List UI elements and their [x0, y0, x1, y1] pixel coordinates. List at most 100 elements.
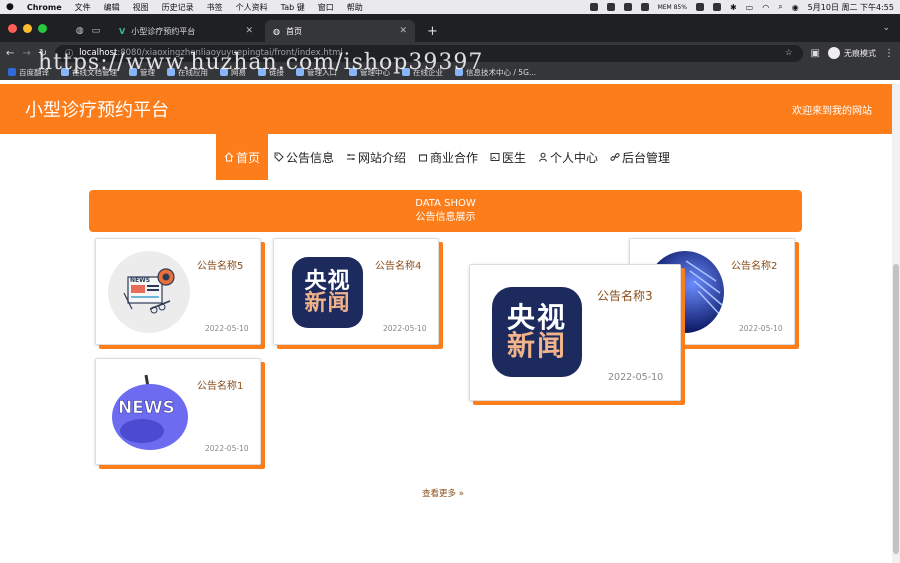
control-center-icon[interactable]: ◉	[792, 3, 799, 12]
bookmark-item[interactable]: 百度翻译	[8, 67, 49, 78]
bookmark-icon	[167, 68, 175, 76]
more-menu-icon[interactable]: ⋮	[884, 48, 894, 59]
browser-tab-strip: ◍ ▭ V 小型诊疗预约平台 ✕ ◍ 首页 ✕ + ⌄	[0, 14, 900, 42]
back-icon[interactable]: ←	[6, 48, 14, 59]
tab-home[interactable]: ◍ 首页 ✕	[265, 20, 415, 42]
zoom-window-button[interactable]	[38, 23, 47, 33]
news-card[interactable]: 央视 新闻 公告名称4 2022-05-10	[273, 238, 439, 345]
bluetooth-icon[interactable]: ✱	[730, 3, 737, 12]
news-card-hovered[interactable]: 央视 新闻 公告名称3 2022-05-10	[469, 264, 681, 401]
news-globe-icon: NEWS	[112, 374, 188, 450]
bookmark-icon	[455, 68, 463, 76]
status-app-icon[interactable]	[623, 3, 632, 11]
bookmark-item[interactable]: 管理	[129, 67, 155, 78]
status-app-icon[interactable]	[695, 3, 704, 11]
cctv-news-thumbnail: 央视 新闻	[492, 287, 582, 377]
news-card[interactable]: NEWS 公告名称1 2022-05-10	[95, 358, 261, 465]
building-icon	[418, 154, 427, 162]
bookmark-item[interactable]: 网易	[220, 67, 246, 78]
address-bar[interactable]: ⓘ localhost:8080/xiaoxingzhenliaoyuyuepi…	[55, 44, 803, 62]
apple-icon[interactable]: ●	[6, 2, 14, 12]
sliders-icon	[346, 154, 355, 160]
forward-icon[interactable]: →	[22, 48, 30, 59]
menu-app-name[interactable]: Chrome	[27, 3, 62, 12]
cctv-logo: 央视 新闻	[304, 268, 351, 316]
close-window-button[interactable]	[8, 23, 17, 33]
menu-file[interactable]: 文件	[75, 2, 91, 13]
nav-item-home[interactable]: 首页	[215, 134, 268, 180]
menu-help[interactable]: 帮助	[347, 2, 363, 13]
news-thumbnail: NEWS	[108, 251, 190, 333]
nav-item-announcements[interactable]: 公告信息	[268, 134, 340, 180]
search-icon[interactable]: ⌕	[778, 2, 782, 12]
page-scrollbar[interactable]	[892, 84, 900, 563]
home-icon	[224, 152, 234, 162]
bookmark-item[interactable]: 在线企业	[402, 67, 443, 78]
card-title[interactable]: 公告名称1	[197, 377, 243, 392]
mem-indicator[interactable]: MEM 85%	[658, 4, 687, 11]
bookmark-star-icon[interactable]: ☆	[785, 48, 793, 58]
info-icon[interactable]: ⓘ	[65, 48, 73, 59]
bookmark-item[interactable]: 信息技术中心 / 5G...	[455, 67, 536, 78]
bookmark-item[interactable]: 管理入口	[296, 67, 337, 78]
status-app-icon[interactable]	[712, 3, 721, 11]
tab-platform[interactable]: V 小型诊疗预约平台 ✕	[111, 20, 261, 42]
menu-history[interactable]: 历史记录	[162, 2, 194, 13]
status-app-icon[interactable]	[640, 3, 649, 11]
nav-item-user-center[interactable]: 个人中心	[532, 134, 604, 180]
window-icon[interactable]: ▭	[92, 26, 101, 36]
site-header: 小型诊疗预约平台 欢迎来到我的网站	[0, 84, 900, 134]
card-date: 2022-05-10	[739, 324, 783, 333]
card-title[interactable]: 公告名称5	[197, 257, 243, 272]
bookmarks-bar: 百度翻译 在线文档管理 管理 在线应用 网易 链接 管理入口 管理中心 在线企业…	[0, 64, 900, 80]
sidebar-icon[interactable]: ▣	[811, 48, 820, 59]
tab-search-icon[interactable]: ⌄	[882, 14, 900, 42]
card-title[interactable]: 公告名称4	[375, 257, 421, 272]
menu-bookmarks[interactable]: 书签	[207, 2, 223, 13]
menu-window[interactable]: 窗口	[318, 2, 334, 13]
new-tab-button[interactable]: +	[419, 20, 446, 42]
menu-view[interactable]: 视图	[133, 2, 149, 13]
minimize-window-button[interactable]	[23, 23, 32, 33]
menu-tab[interactable]: Tab 键	[281, 2, 305, 13]
nav-item-doctors[interactable]: 医生	[484, 134, 532, 180]
card-title[interactable]: 公告名称2	[731, 257, 777, 272]
card-date: 2022-05-10	[608, 372, 664, 383]
view-more-link[interactable]: 查看更多 »	[422, 487, 464, 499]
nav-item-cooperation[interactable]: 商业合作	[412, 134, 484, 180]
scrollbar-thumb[interactable]	[893, 264, 899, 554]
thumb-news-text: NEWS	[118, 398, 175, 418]
section-title-cn: 公告信息展示	[415, 212, 476, 223]
card-title[interactable]: 公告名称3	[597, 287, 653, 304]
incognito-indicator[interactable]: 无痕模式	[828, 47, 876, 59]
incognito-icon	[828, 47, 840, 59]
close-tab-icon[interactable]: ✕	[245, 26, 253, 36]
status-app-icon[interactable]	[606, 3, 615, 11]
news-card[interactable]: NEWS 公告名称5 2022-05-10	[95, 238, 261, 345]
bookmark-item[interactable]: 链接	[258, 67, 284, 78]
close-tab-icon[interactable]: ✕	[399, 26, 407, 36]
menu-profile[interactable]: 个人资料	[236, 2, 268, 13]
bookmark-item[interactable]: 在线应用	[167, 67, 208, 78]
nav-item-admin[interactable]: 后台管理	[604, 134, 676, 180]
menu-clock[interactable]: 5月10日 周二 下午4:55	[808, 2, 894, 13]
battery-icon[interactable]: ▭	[746, 3, 754, 12]
link-icon	[610, 153, 620, 161]
card-date: 2022-05-10	[383, 324, 427, 333]
newspaper-icon: NEWS	[123, 268, 175, 314]
nav-item-about[interactable]: 网站介绍	[340, 134, 412, 180]
vue-icon: V	[119, 26, 126, 36]
site-title: 小型诊疗预约平台	[25, 100, 169, 121]
bookmark-icon	[129, 68, 137, 76]
bookmark-item[interactable]: 管理中心	[349, 67, 390, 78]
wifi-icon[interactable]: ◠	[762, 3, 769, 12]
main-nav: 首页 公告信息 网站介绍 商业合作 医生 个人中心 后台管理	[0, 134, 900, 180]
url-path: :8080/xiaoxingzhenliaoyuyuepingtai/front…	[117, 48, 343, 58]
menu-edit[interactable]: 编辑	[104, 2, 120, 13]
globe-icon[interactable]: ◍	[76, 26, 84, 36]
globe-icon: ◍	[273, 26, 280, 36]
status-app-icon[interactable]	[589, 3, 598, 11]
nav-label: 首页	[235, 150, 260, 165]
reload-icon[interactable]: ↻	[39, 48, 47, 59]
bookmark-item[interactable]: 在线文档管理	[61, 67, 117, 78]
